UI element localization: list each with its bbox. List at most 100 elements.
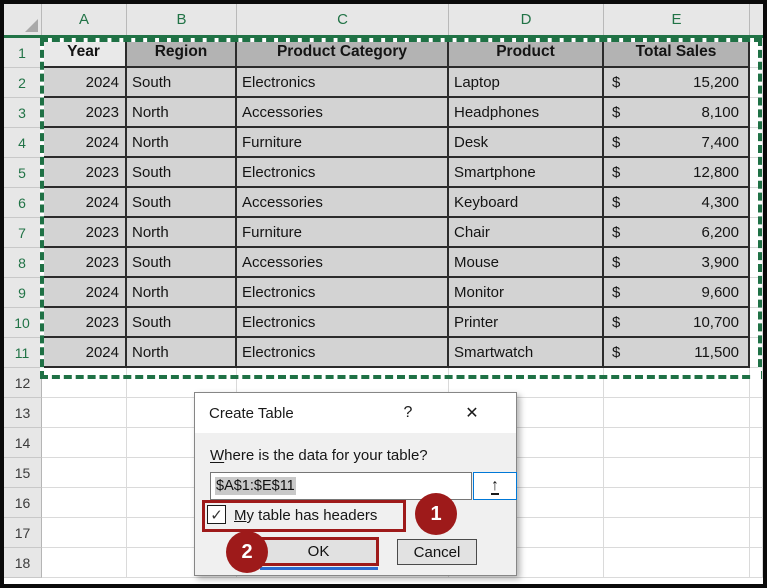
empty-cell[interactable] (42, 398, 127, 428)
data-cell[interactable]: 2023 (42, 98, 127, 128)
data-cell[interactable]: North (127, 98, 237, 128)
data-cell-sales[interactable]: $11,500 (604, 338, 750, 368)
row-header-7[interactable]: 7 (4, 218, 42, 248)
empty-cell[interactable] (604, 488, 750, 518)
row-header-13[interactable]: 13 (4, 398, 42, 428)
empty-cell[interactable] (604, 428, 750, 458)
data-cell-sales[interactable]: $8,100 (604, 98, 750, 128)
data-cell[interactable]: Accessories (237, 248, 449, 278)
empty-cell[interactable] (604, 398, 750, 428)
data-cell-sales[interactable]: $12,800 (604, 158, 750, 188)
data-cell[interactable]: 2024 (42, 68, 127, 98)
data-cell-sales[interactable]: $3,900 (604, 248, 750, 278)
column-header-a[interactable]: A (42, 4, 127, 35)
data-cell[interactable]: North (127, 278, 237, 308)
data-cell[interactable]: Printer (449, 308, 604, 338)
data-cell[interactable]: 2023 (42, 308, 127, 338)
empty-cell[interactable] (42, 488, 127, 518)
data-cell-sales[interactable]: $6,200 (604, 218, 750, 248)
row-header-11[interactable]: 11 (4, 338, 42, 368)
data-cell[interactable]: South (127, 158, 237, 188)
row-header-3[interactable]: 3 (4, 98, 42, 128)
column-header-b[interactable]: B (127, 4, 237, 35)
data-cell[interactable]: Electronics (237, 338, 449, 368)
data-cell[interactable]: North (127, 338, 237, 368)
empty-cell[interactable] (42, 458, 127, 488)
row-header-10[interactable]: 10 (4, 308, 42, 338)
empty-cell[interactable] (42, 548, 127, 578)
row-header-12[interactable]: 12 (4, 368, 42, 398)
row-header-18[interactable]: 18 (4, 548, 42, 578)
data-cell-sales[interactable]: $10,700 (604, 308, 750, 338)
row-header-2[interactable]: 2 (4, 68, 42, 98)
data-cell[interactable]: Accessories (237, 98, 449, 128)
select-all-corner[interactable] (4, 4, 42, 35)
data-cell[interactable]: Keyboard (449, 188, 604, 218)
data-cell[interactable]: 2024 (42, 338, 127, 368)
row-header-6[interactable]: 6 (4, 188, 42, 218)
range-picker-button[interactable]: ↑ (473, 472, 517, 500)
empty-cell[interactable] (42, 518, 127, 548)
data-cell[interactable]: Smartphone (449, 158, 604, 188)
data-cell[interactable]: Desk (449, 128, 604, 158)
column-header-c[interactable]: C (237, 4, 449, 35)
data-cell[interactable]: Electronics (237, 158, 449, 188)
header-cell-year[interactable]: Year (42, 38, 127, 68)
empty-cell[interactable] (604, 368, 750, 398)
ok-button[interactable]: OK (258, 537, 379, 566)
data-cell[interactable]: Monitor (449, 278, 604, 308)
data-cell-sales[interactable]: $7,400 (604, 128, 750, 158)
data-cell-sales[interactable]: $15,200 (604, 68, 750, 98)
header-cell-product[interactable]: Product (449, 38, 604, 68)
empty-cell[interactable] (604, 518, 750, 548)
row-header-17[interactable]: 17 (4, 518, 42, 548)
data-cell[interactable]: North (127, 128, 237, 158)
data-cell[interactable]: North (127, 218, 237, 248)
row-header-8[interactable]: 8 (4, 248, 42, 278)
close-icon[interactable]: ✕ (457, 403, 487, 424)
data-cell[interactable]: South (127, 308, 237, 338)
empty-cell[interactable] (604, 458, 750, 488)
data-cell[interactable]: Headphones (449, 98, 604, 128)
data-cell[interactable]: Electronics (237, 278, 449, 308)
data-cell[interactable]: South (127, 248, 237, 278)
table-has-headers-checkbox[interactable]: ✓ (207, 505, 226, 524)
data-cell[interactable]: Laptop (449, 68, 604, 98)
data-cell[interactable]: 2023 (42, 218, 127, 248)
header-cell-product-category[interactable]: Product Category (237, 38, 449, 68)
empty-cell[interactable] (604, 548, 750, 578)
row-header-9[interactable]: 9 (4, 278, 42, 308)
row-header-4[interactable]: 4 (4, 128, 42, 158)
data-cell[interactable]: South (127, 68, 237, 98)
data-cell-sales[interactable]: $4,300 (604, 188, 750, 218)
data-cell[interactable]: Furniture (237, 128, 449, 158)
data-cell[interactable]: Smartwatch (449, 338, 604, 368)
data-cell[interactable]: 2024 (42, 128, 127, 158)
row-header-14[interactable]: 14 (4, 428, 42, 458)
data-cell[interactable]: Chair (449, 218, 604, 248)
empty-cell[interactable] (42, 428, 127, 458)
data-cell[interactable]: South (127, 188, 237, 218)
data-cell[interactable]: Electronics (237, 68, 449, 98)
filler-cell (750, 248, 763, 278)
data-cell[interactable]: 2023 (42, 158, 127, 188)
column-header-d[interactable]: D (449, 4, 604, 35)
column-header-e[interactable]: E (604, 4, 750, 35)
data-cell[interactable]: 2023 (42, 248, 127, 278)
header-cell-region[interactable]: Region (127, 38, 237, 68)
empty-cell[interactable] (42, 368, 127, 398)
header-cell-total-sales[interactable]: Total Sales (604, 38, 750, 68)
row-header-15[interactable]: 15 (4, 458, 42, 488)
help-icon[interactable]: ? (395, 404, 421, 424)
data-cell[interactable]: 2024 (42, 188, 127, 218)
data-cell[interactable]: Mouse (449, 248, 604, 278)
data-cell-sales[interactable]: $9,600 (604, 278, 750, 308)
row-header-5[interactable]: 5 (4, 158, 42, 188)
data-cell[interactable]: 2024 (42, 278, 127, 308)
cancel-button[interactable]: Cancel (397, 539, 477, 565)
data-cell[interactable]: Accessories (237, 188, 449, 218)
row-header-16[interactable]: 16 (4, 488, 42, 518)
data-cell[interactable]: Furniture (237, 218, 449, 248)
data-cell[interactable]: Electronics (237, 308, 449, 338)
row-header-1[interactable]: 1 (4, 38, 42, 68)
